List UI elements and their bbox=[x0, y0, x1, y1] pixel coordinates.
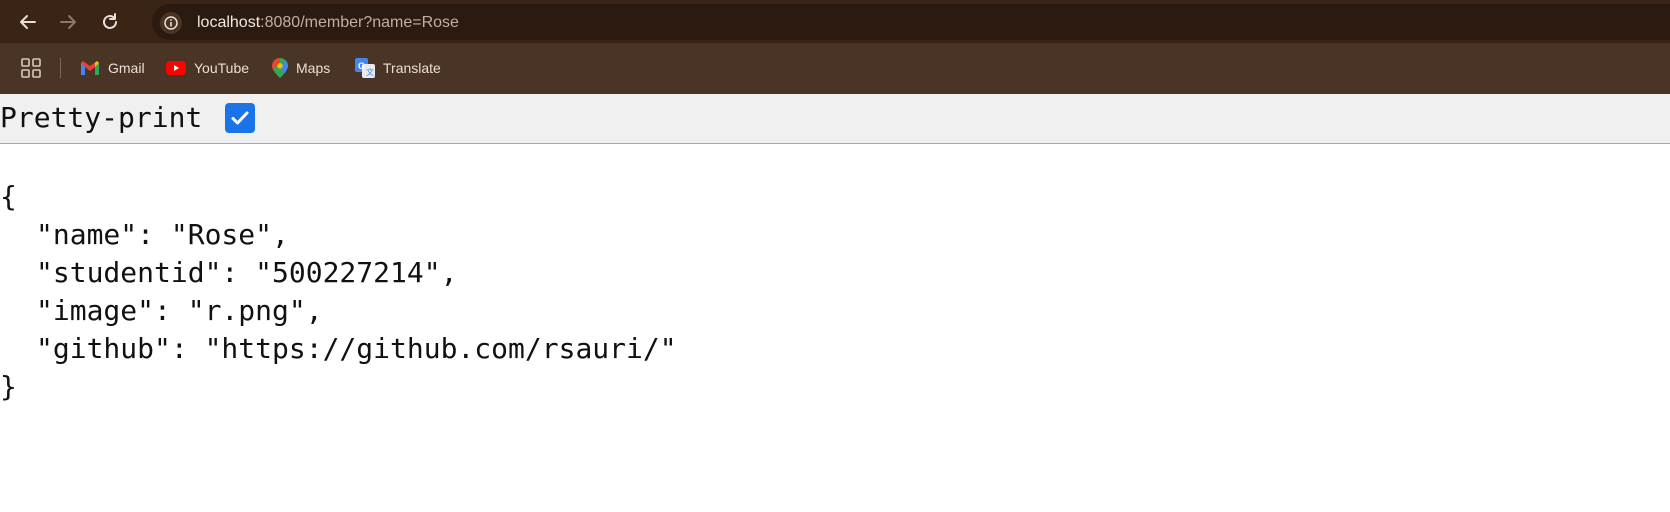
arrow-left-icon bbox=[20, 15, 36, 29]
forward-button[interactable] bbox=[52, 6, 84, 38]
youtube-icon bbox=[166, 61, 186, 75]
json-close-brace: } bbox=[0, 370, 17, 403]
bookmark-label: Translate bbox=[383, 60, 441, 76]
bookmarks-divider bbox=[60, 58, 61, 78]
back-button[interactable] bbox=[12, 6, 44, 38]
url-host: localhost bbox=[197, 14, 261, 31]
address-bar[interactable]: localhost:8080/member?name=Rose bbox=[152, 4, 1670, 40]
bookmark-label: Maps bbox=[296, 60, 331, 76]
pretty-print-bar: Pretty-print bbox=[0, 94, 1670, 144]
reload-icon bbox=[103, 13, 117, 29]
bookmark-label: YouTube bbox=[194, 60, 250, 76]
bookmark-gmail[interactable]: Gmail bbox=[80, 55, 145, 81]
bookmark-label: Gmail bbox=[108, 60, 145, 76]
svg-text:G: G bbox=[358, 61, 365, 71]
json-line-studentid: "studentid": "500227214", bbox=[36, 256, 458, 289]
checkmark-icon bbox=[231, 111, 249, 125]
pretty-print-checkbox[interactable] bbox=[225, 103, 255, 133]
bookmarks-bar: Gmail YouTube Maps G 文 Translate bbox=[0, 43, 1670, 94]
reload-button[interactable] bbox=[94, 6, 126, 38]
browser-toolbar: localhost:8080/member?name=Rose bbox=[0, 0, 1670, 43]
arrow-right-icon bbox=[60, 15, 76, 29]
url-path: :8080/member?name=Rose bbox=[260, 14, 459, 31]
json-line-image: "image": "r.png", bbox=[36, 294, 323, 327]
json-output: { "name": "Rose", "studentid": "50022721… bbox=[0, 178, 677, 406]
bookmark-translate[interactable]: G 文 Translate bbox=[355, 55, 441, 81]
bookmark-maps[interactable]: Maps bbox=[272, 55, 330, 81]
translate-icon: G 文 bbox=[355, 58, 375, 78]
bookmark-youtube[interactable]: YouTube bbox=[166, 55, 249, 81]
json-line-name: "name": "Rose", bbox=[36, 218, 289, 251]
svg-text:文: 文 bbox=[366, 67, 374, 77]
gmail-icon bbox=[81, 61, 99, 75]
pretty-print-label: Pretty-print bbox=[0, 101, 203, 134]
json-line-github: "github": "https://github.com/rsauri/" bbox=[36, 332, 677, 365]
apps-grid-icon[interactable] bbox=[21, 58, 41, 83]
url-text[interactable]: localhost:8080/member?name=Rose bbox=[197, 14, 459, 32]
maps-icon bbox=[272, 58, 288, 78]
site-info-icon[interactable] bbox=[160, 12, 182, 34]
json-open-brace: { bbox=[0, 180, 17, 213]
